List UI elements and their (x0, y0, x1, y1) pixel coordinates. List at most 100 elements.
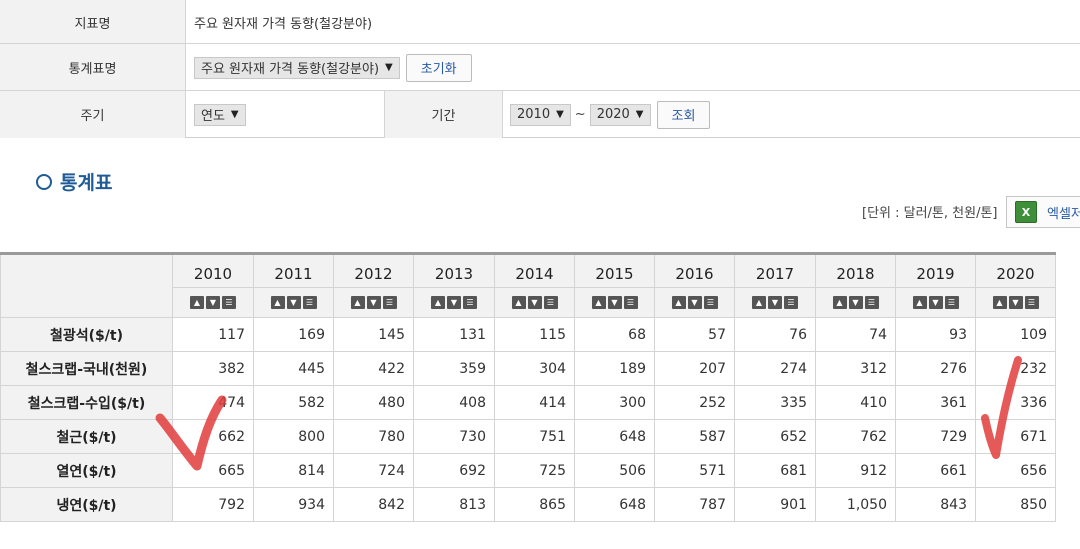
table-cell: 648 (574, 487, 655, 522)
table-cell: 109 (975, 317, 1056, 352)
table-cell: 480 (333, 385, 414, 420)
table-cell: 74 (815, 317, 896, 352)
period-to-value: 2020 (596, 107, 630, 122)
table-corner (0, 252, 173, 318)
search-button[interactable]: 조회 (656, 100, 711, 129)
sort-descending-icon[interactable]: ▼ (1008, 296, 1023, 309)
table-cell: 724 (333, 453, 414, 488)
table-cell: 671 (975, 419, 1056, 454)
sort-ascending-icon[interactable]: ▲ (832, 296, 847, 309)
filter-menu-icon[interactable]: ☰ (543, 296, 558, 309)
period-from-select[interactable]: 2010 ▼ (510, 103, 571, 126)
filter-menu-icon[interactable]: ☰ (382, 296, 397, 309)
table-cell: 76 (734, 317, 816, 352)
table-cell: 410 (815, 385, 896, 420)
period-to-select[interactable]: 2020 ▼ (589, 103, 651, 126)
sort-controls: ▲ ▼ ☰ (975, 287, 1056, 318)
sort-descending-icon[interactable]: ▼ (607, 296, 622, 309)
filter-menu-icon[interactable]: ☰ (302, 296, 317, 309)
indicator-row: 지표명 주요 원자재 가격 동향(철강분야) (0, 0, 1080, 44)
filter-menu-icon[interactable]: ☰ (784, 296, 798, 309)
filter-menu-icon[interactable]: ☰ (623, 296, 638, 309)
filter-menu-icon[interactable]: ☰ (864, 296, 879, 309)
table-cell: 57 (654, 317, 735, 352)
sort-ascending-icon[interactable]: ▲ (511, 296, 526, 309)
table-cell: 842 (333, 487, 414, 522)
table-cell: 692 (413, 453, 495, 488)
excel-download-button[interactable]: X 엑셀저장 (1006, 196, 1080, 228)
table-cell: 207 (654, 351, 735, 386)
sort-descending-icon[interactable]: ▼ (206, 296, 220, 309)
table-cell: 762 (815, 419, 896, 454)
table-cell: 336 (975, 385, 1056, 420)
indicator-label: 지표명 (0, 0, 186, 44)
table-row: 냉연($/t) 792 934 842 813 865 648 787 901 1,050 843 8… (0, 487, 1056, 522)
chevron-down-icon: ▼ (385, 62, 393, 73)
table-row: 철광석($/t) 117 169 145 131 115 68 57 76 74 93 109 (0, 317, 1056, 352)
sort-ascending-icon[interactable]: ▲ (752, 296, 766, 309)
table-cell: 665 (172, 453, 254, 488)
sort-controls: ▲ ▼ ☰ (654, 287, 735, 318)
sort-ascending-icon[interactable]: ▲ (190, 296, 204, 309)
table-cell: 729 (895, 419, 976, 454)
sort-descending-icon[interactable]: ▼ (848, 296, 863, 309)
reset-button[interactable]: 초기화 (405, 53, 472, 82)
cycle-select[interactable]: 연도 ▼ (194, 103, 246, 126)
sort-ascending-icon[interactable]: ▲ (912, 296, 927, 309)
table-row: 열연($/t) 665 814 724 692 725 506 571 681 912 661 656 (0, 453, 1056, 488)
table-cell: 474 (172, 385, 254, 420)
sort-controls: ▲ ▼ ☰ (494, 287, 575, 318)
filter-menu-icon[interactable]: ☰ (222, 296, 236, 309)
sort-ascending-icon[interactable]: ▲ (270, 296, 285, 309)
table-cell: 662 (172, 419, 254, 454)
excel-download-label: 엑셀저장 (1047, 206, 1080, 222)
sort-ascending-icon[interactable]: ▲ (671, 296, 686, 309)
year-header: 2011 (253, 252, 334, 288)
table-cell: 582 (253, 385, 334, 420)
sort-descending-icon[interactable]: ▼ (928, 296, 943, 309)
row-label: 냉연($/t) (0, 487, 173, 522)
filter-menu-icon[interactable]: ☰ (703, 296, 718, 309)
row-label: 열연($/t) (0, 453, 173, 488)
table-cell: 648 (574, 419, 655, 454)
filter-menu-icon[interactable]: ☰ (463, 296, 477, 309)
sort-descending-icon[interactable]: ▼ (527, 296, 542, 309)
filter-menu-icon[interactable]: ☰ (1024, 296, 1039, 309)
table-cell: 934 (253, 487, 334, 522)
statistics-table: 2010 2011 2012 2013 2014 2015 2016 2017 2018 2019… (0, 252, 1056, 522)
year-header: 2013 (413, 252, 495, 288)
sort-ascending-icon[interactable]: ▲ (591, 296, 606, 309)
sort-descending-icon[interactable]: ▼ (286, 296, 301, 309)
table-cell: 850 (975, 487, 1056, 522)
table-cell: 865 (494, 487, 575, 522)
sort-ascending-icon[interactable]: ▲ (431, 296, 445, 309)
sort-controls: ▲ ▼ ☰ (815, 287, 896, 318)
cycle-label: 주기 (0, 91, 186, 138)
row-label: 철근($/t) (0, 419, 173, 454)
table-name-select[interactable]: 주요 원자재 가격 동향(철강분야) ▼ (194, 56, 400, 79)
table-cell: 661 (895, 453, 976, 488)
year-header: 2010 (172, 252, 254, 288)
sort-controls: ▲ ▼ ☰ (574, 287, 655, 318)
sort-descending-icon[interactable]: ▼ (366, 296, 381, 309)
sort-descending-icon[interactable]: ▼ (768, 296, 782, 309)
sort-ascending-icon[interactable]: ▲ (992, 296, 1007, 309)
year-header: 2017 (734, 252, 816, 288)
table-cell: 93 (895, 317, 976, 352)
table-cell: 814 (253, 453, 334, 488)
sort-ascending-icon[interactable]: ▲ (350, 296, 365, 309)
section-title-text: 통계표 (60, 172, 113, 194)
table-cell: 359 (413, 351, 495, 386)
sort-descending-icon[interactable]: ▼ (447, 296, 461, 309)
table-cell: 787 (654, 487, 735, 522)
table-cell: 730 (413, 419, 495, 454)
table-cell: 800 (253, 419, 334, 454)
row-label: 철광석($/t) (0, 317, 173, 352)
table-cell: 189 (574, 351, 655, 386)
period-from-value: 2010 (517, 107, 551, 122)
table-cell: 652 (734, 419, 816, 454)
table-cell: 131 (413, 317, 495, 352)
sort-descending-icon[interactable]: ▼ (687, 296, 702, 309)
filter-menu-icon[interactable]: ☰ (944, 296, 959, 309)
table-cell: 274 (734, 351, 816, 386)
